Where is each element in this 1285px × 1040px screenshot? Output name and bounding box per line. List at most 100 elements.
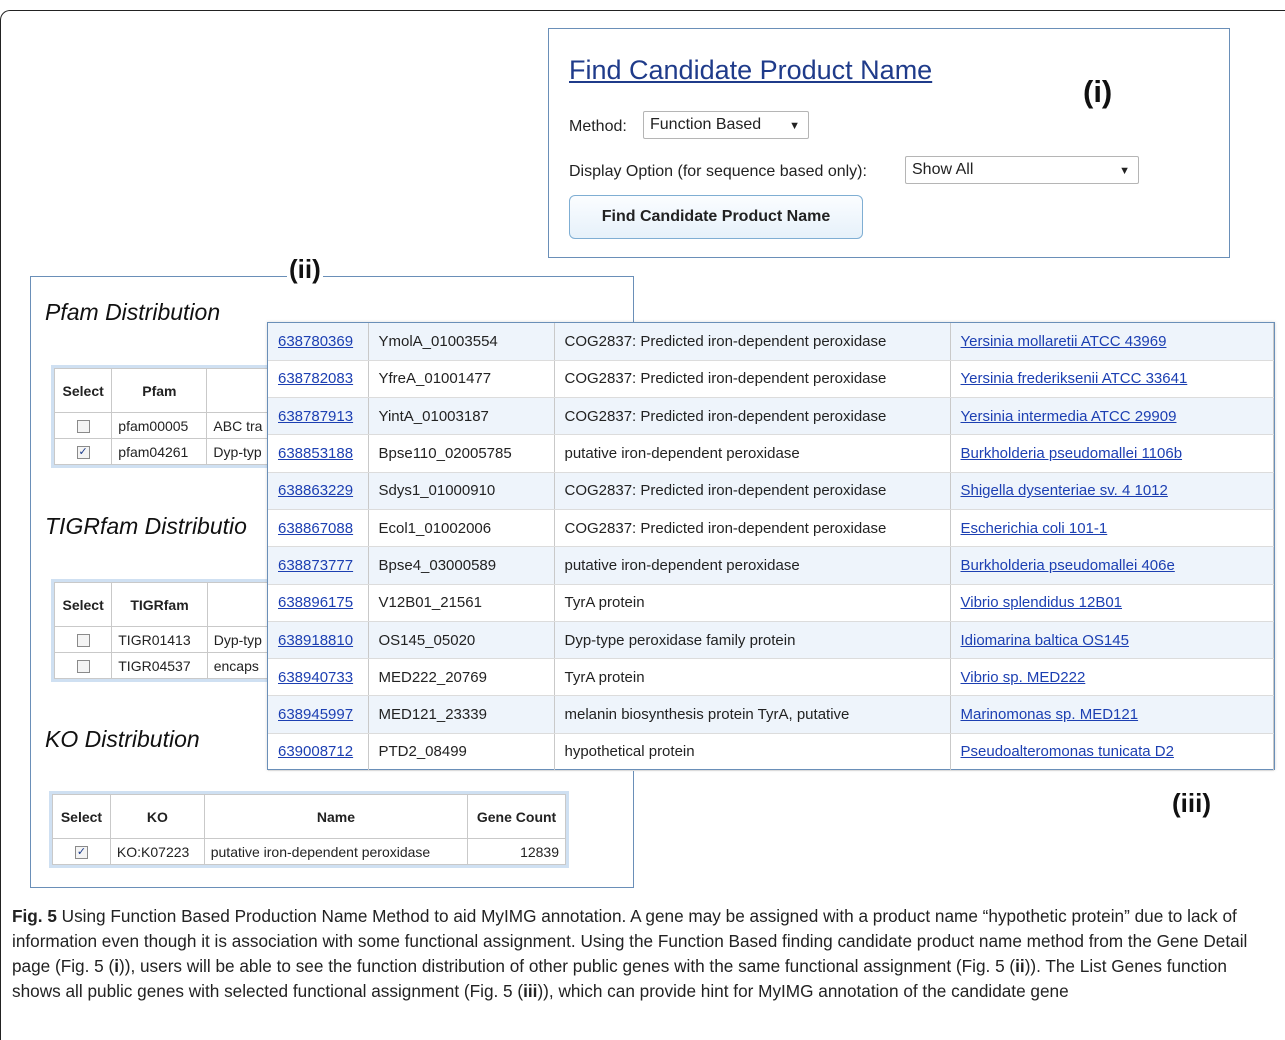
- column-header: Select: [52, 794, 111, 839]
- table-cell: 638780369: [268, 323, 369, 361]
- genome-link[interactable]: Yersinia intermedia ATCC 29909: [961, 408, 1177, 425]
- table-cell: OS145_05020: [368, 621, 555, 660]
- table-cell: Yersinia mollaretii ATCC 43969: [950, 323, 1274, 361]
- product-name-cell: melanin biosynthesis protein TyrA, putat…: [564, 706, 850, 724]
- locus-tag-cell: Ecol1_01002006: [378, 519, 492, 537]
- table-row: TIGR04537 encaps: [53, 652, 285, 679]
- table-row: 638867088 Ecol1_01002006 COG2837: Predicte…: [268, 509, 1274, 548]
- tigrfam-distribution-title: TIGRfam Distributio: [45, 513, 247, 539]
- select-checkbox-checked[interactable]: ✓: [76, 446, 90, 460]
- genome-link[interactable]: Marinomonas sp. MED121: [961, 706, 1139, 723]
- gene-id-link[interactable]: 638782083: [278, 370, 353, 387]
- pfam-id-cell: pfam00005: [111, 412, 208, 439]
- gene-id-link[interactable]: 638940733: [278, 669, 353, 686]
- table-cell: MED121_23339: [368, 695, 555, 734]
- figure-caption: Fig. 5 Using Function Based Production N…: [12, 904, 1274, 1004]
- table-row: TIGR01413 Dyp-typ: [53, 626, 285, 653]
- locus-tag-cell: Sdys1_01000910: [378, 482, 496, 500]
- table-cell: MED222_20769: [368, 658, 555, 697]
- panel-label-ii: (ii): [287, 254, 323, 285]
- table-cell: 638782083: [268, 360, 369, 399]
- table-cell: PTD2_08499: [368, 733, 555, 772]
- pfam-table: Select Pfam pfam00005 ABC tra ✓ pfam0426…: [51, 365, 287, 468]
- table-cell: 638863229: [268, 472, 369, 510]
- genome-link[interactable]: Vibrio sp. MED222: [961, 669, 1086, 686]
- gene-id-link[interactable]: 638780369: [278, 333, 353, 350]
- column-header: Pfam: [111, 368, 208, 413]
- table-cell: 638940733: [268, 658, 369, 697]
- genome-link[interactable]: Burkholderia pseudomallei 1106b: [961, 445, 1183, 462]
- table-cell: YintA_01003187: [368, 397, 555, 436]
- gene-id-link[interactable]: 638863229: [278, 482, 353, 499]
- product-name-cell: COG2837: Predicted iron-dependent peroxi…: [564, 370, 887, 388]
- gene-id-link[interactable]: 638873777: [278, 557, 353, 574]
- ko-id-cell: KO:K07223: [109, 838, 205, 865]
- method-select[interactable]: Function Based ▼: [643, 111, 809, 139]
- product-name-cell: TyrA protein: [564, 594, 645, 612]
- genome-link[interactable]: Shigella dysenteriae sv. 4 1012: [961, 482, 1168, 499]
- table-row: 638787913 YintA_01003187 COG2837: Predicte…: [268, 397, 1274, 436]
- table-cell: COG2837: Predicted iron-dependent peroxi…: [554, 323, 951, 361]
- display-option-select[interactable]: Show All ▼: [905, 156, 1139, 184]
- table-row: pfam00005 ABC tra: [53, 412, 284, 439]
- gene-list-table: 638780369 YmolA_01003554 COG2837: Predicte…: [268, 323, 1274, 772]
- table-cell: Escherichia coli 101-1: [950, 509, 1274, 548]
- table-row: ✓ KO:K07223 putative iron-dependent pero…: [52, 838, 566, 865]
- table-header-row: Select TIGRfam: [53, 582, 285, 627]
- product-name-cell: Dyp-type peroxidase family protein: [564, 631, 796, 649]
- locus-tag-cell: Bpse110_02005785: [378, 445, 512, 463]
- product-name-cell: COG2837: Predicted iron-dependent peroxi…: [564, 519, 887, 537]
- genome-link[interactable]: Yersinia frederiksenii ATCC 33641: [961, 370, 1188, 387]
- pfam-id-cell: pfam04261: [111, 438, 208, 465]
- locus-tag-cell: YintA_01003187: [378, 407, 489, 425]
- ko-name-cell: putative iron-dependent peroxidase: [203, 838, 469, 865]
- genome-link[interactable]: Idiomarina baltica OS145: [961, 632, 1129, 649]
- gene-id-link[interactable]: 638945997: [278, 706, 353, 723]
- gene-id-link[interactable]: 638896175: [278, 594, 353, 611]
- locus-tag-cell: MED121_23339: [378, 706, 487, 724]
- genome-link[interactable]: Burkholderia pseudomallei 406e: [961, 557, 1175, 574]
- column-header: TIGRfam: [111, 582, 208, 627]
- table-cell: 638918810: [268, 621, 369, 660]
- table-cell: COG2837: Predicted iron-dependent peroxi…: [554, 509, 951, 548]
- genome-link[interactable]: Yersinia mollaretii ATCC 43969: [961, 333, 1167, 350]
- gene-id-link[interactable]: 638853188: [278, 445, 353, 462]
- product-name-cell: putative iron-dependent peroxidase: [564, 556, 800, 574]
- select-checkbox[interactable]: [76, 420, 90, 434]
- gene-id-link[interactable]: 638918810: [278, 632, 353, 649]
- table-cell: Burkholderia pseudomallei 1106b: [950, 434, 1274, 473]
- locus-tag-cell: Bpse4_03000589: [378, 556, 497, 574]
- select-checkbox-checked[interactable]: ✓: [74, 846, 88, 860]
- gene-id-link[interactable]: 639008712: [278, 743, 353, 760]
- select-checkbox[interactable]: [76, 634, 90, 648]
- genome-link[interactable]: Vibrio splendidus 12B01: [961, 594, 1123, 611]
- find-candidate-button[interactable]: Find Candidate Product Name: [569, 195, 863, 239]
- table-cell: Vibrio splendidus 12B01: [950, 584, 1274, 622]
- table-cell: Idiomarina baltica OS145: [950, 621, 1274, 660]
- gene-id-link[interactable]: 638867088: [278, 520, 353, 537]
- select-checkbox[interactable]: [76, 660, 90, 674]
- figure-label: Fig. 5: [12, 906, 57, 926]
- chevron-down-icon: ▼: [789, 120, 800, 132]
- table-cell: Shigella dysenteriae sv. 4 1012: [950, 472, 1274, 510]
- table-cell: 638867088: [268, 509, 369, 548]
- table-cell: putative iron-dependent peroxidase: [554, 434, 951, 473]
- panel-label-i: (i): [1083, 74, 1113, 109]
- tigrfam-id-cell: TIGR01413: [111, 626, 208, 653]
- genome-link[interactable]: Pseudoalteromonas tunicata D2: [961, 743, 1174, 760]
- table-cell: 638853188: [268, 434, 369, 473]
- gene-id-link[interactable]: 638787913: [278, 408, 353, 425]
- gene-count-cell: 12839: [467, 838, 566, 865]
- gene-list-panel: 638780369 YmolA_01003554 COG2837: Predicte…: [267, 322, 1275, 772]
- locus-tag-cell: YmolA_01003554: [378, 332, 498, 350]
- column-header: KO: [109, 794, 205, 839]
- genome-link[interactable]: Escherichia coli 101-1: [961, 520, 1108, 537]
- column-header: Select: [53, 368, 113, 413]
- find-candidate-title-link[interactable]: Find Candidate Product Name: [569, 55, 932, 86]
- table-cell: Dyp-type peroxidase family protein: [554, 621, 951, 660]
- table-row: 639008712 PTD2_08499 hypothetical protein P…: [268, 733, 1274, 772]
- table-cell: 638945997: [268, 695, 369, 734]
- table-row: 638940733 MED222_20769 TyrA protein Vibrio …: [268, 658, 1274, 697]
- product-name-cell: TyrA protein: [564, 668, 645, 686]
- find-candidate-panel: Find Candidate Product Name Method: Func…: [548, 28, 1230, 258]
